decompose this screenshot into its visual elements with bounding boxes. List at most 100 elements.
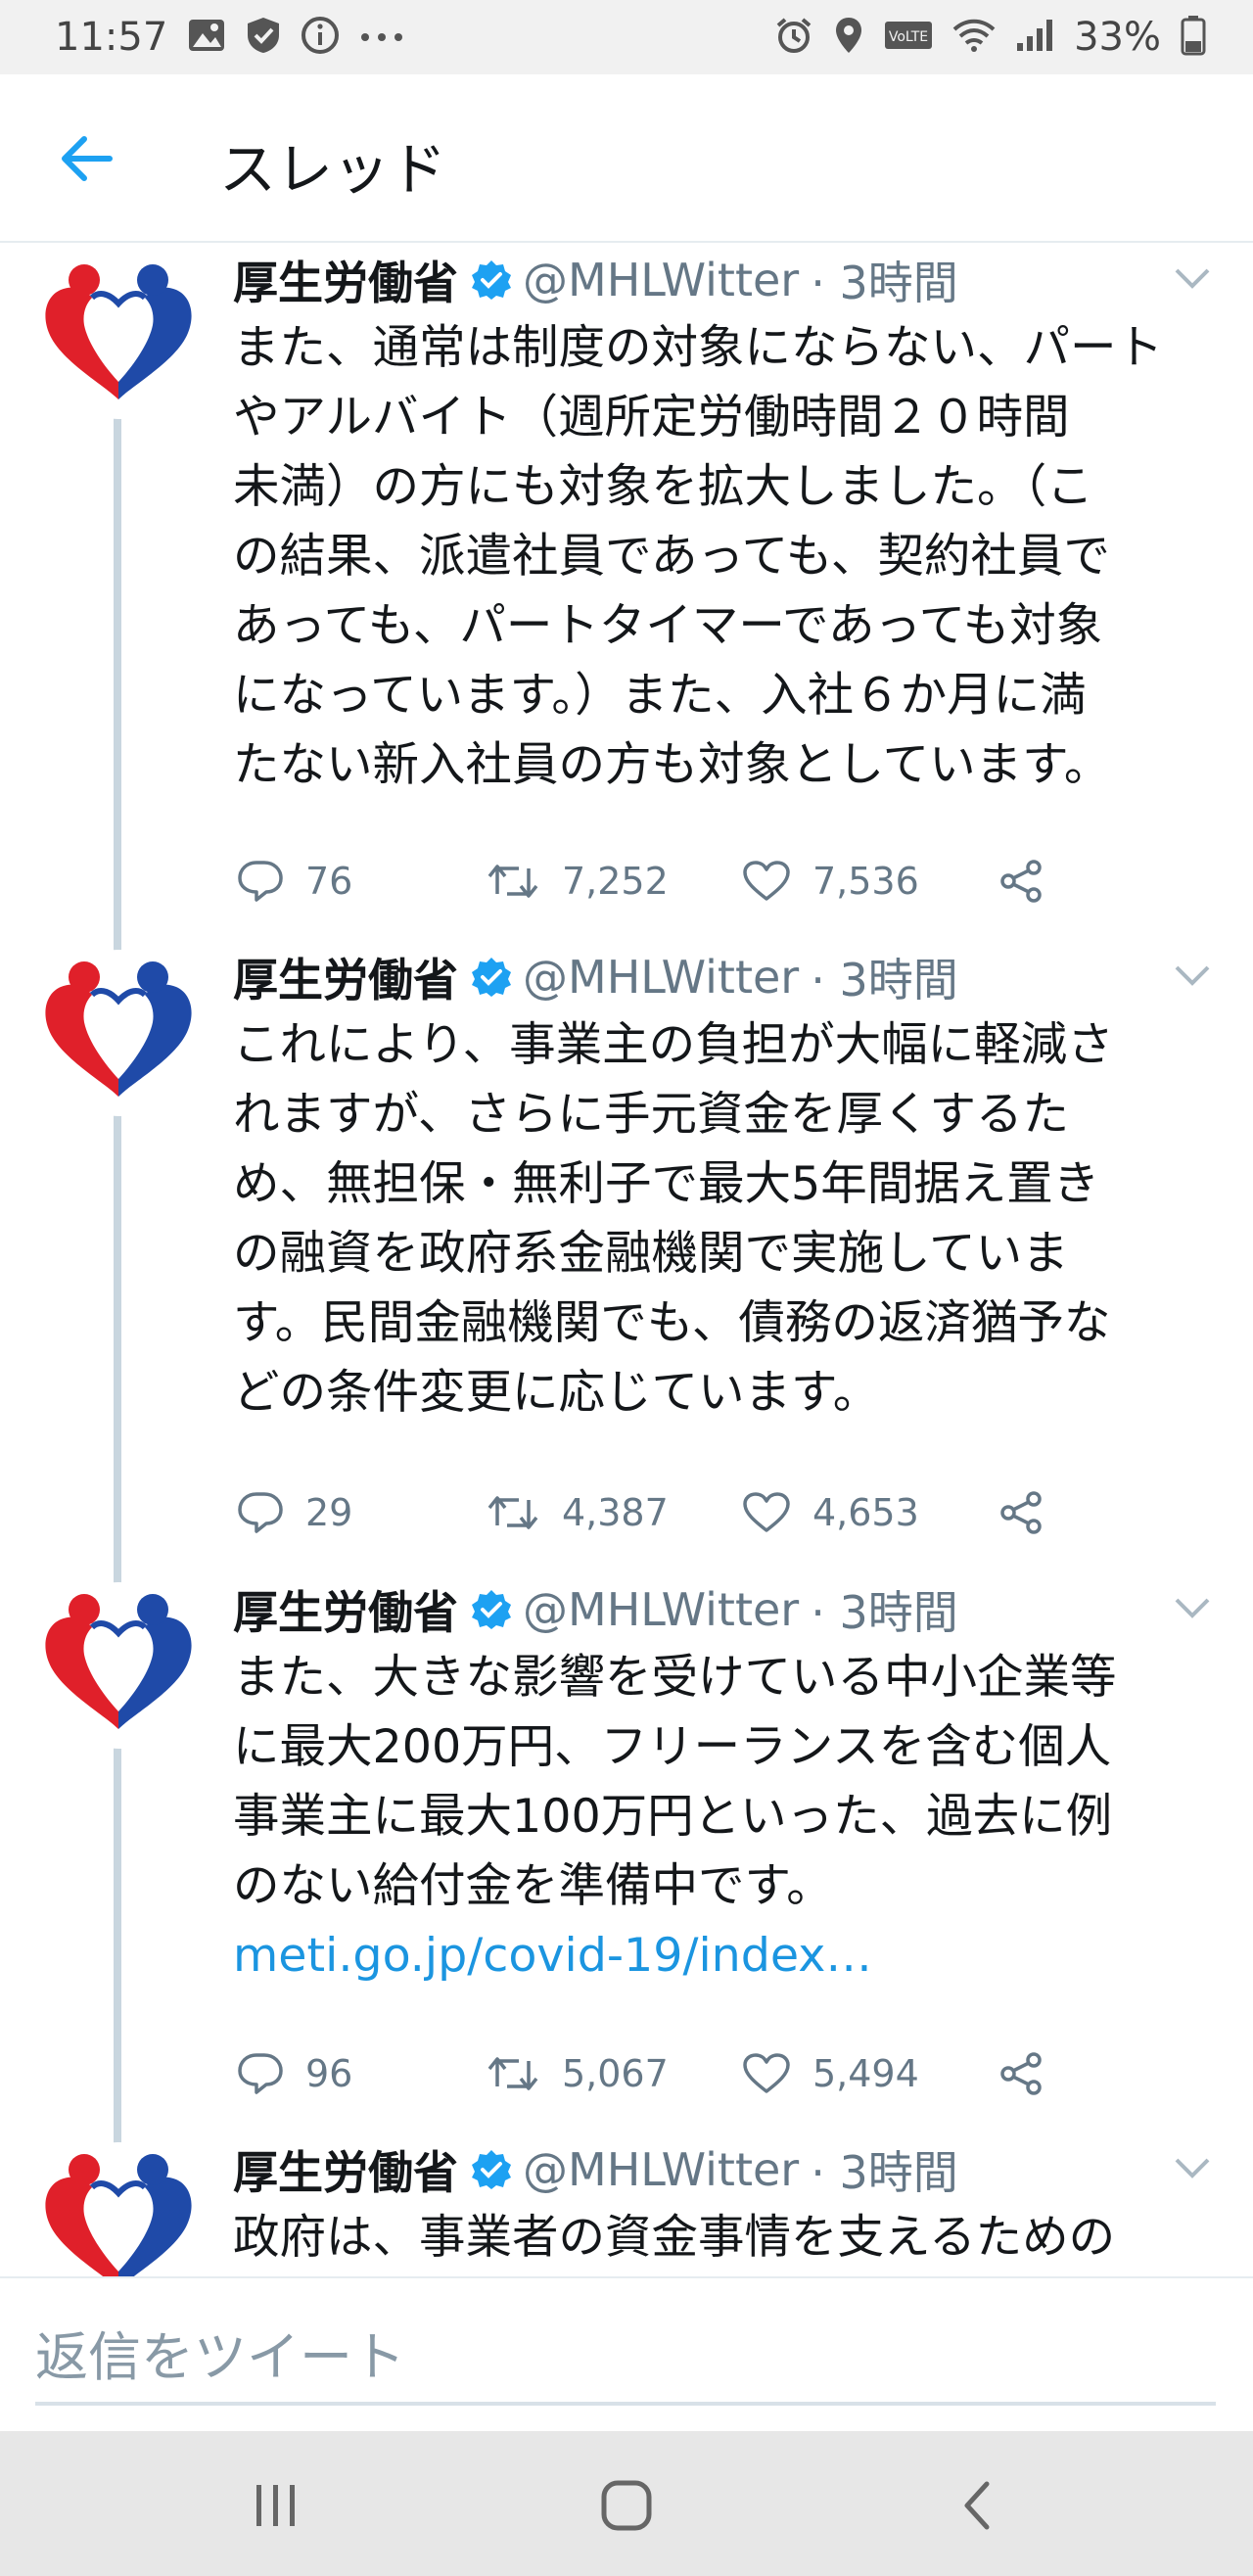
share-icon	[1000, 1491, 1042, 1534]
display-name[interactable]: 厚生労働省	[233, 248, 458, 312]
avatar[interactable]	[35, 2142, 202, 2276]
chevron-down-icon	[1175, 1598, 1210, 1618]
tweet-header: 厚生労働省 @MHLWitter · 3時間	[233, 942, 958, 1012]
signal-icon	[1015, 18, 1054, 57]
reply-count: 76	[305, 860, 353, 903]
share-button[interactable]	[997, 858, 1045, 905]
tweet-body: また、通常は制度の対象にならない、パート やアルバイト（週所定労働時間２０時間 …	[233, 321, 1163, 792]
alarm-icon	[774, 16, 813, 59]
retweet-count: 5,067	[562, 2052, 669, 2095]
status-time: 11:57	[55, 15, 168, 60]
like-count: 7,536	[812, 860, 919, 903]
reply-icon	[238, 1492, 283, 1533]
chevron-down-icon	[1175, 268, 1210, 289]
status-bar: 11:57 VoLTE 33%	[0, 0, 1253, 74]
verified-badge-icon	[470, 956, 513, 999]
share-button[interactable]	[997, 1489, 1045, 1536]
home-icon	[601, 2480, 652, 2531]
tweet-link[interactable]: meti.go.jp/covid-19/index…	[233, 1929, 872, 1983]
info-icon	[301, 16, 340, 59]
display-name[interactable]: 厚生労働省	[233, 2137, 458, 2202]
share-button[interactable]	[997, 2050, 1045, 2097]
page-title: スレッド	[219, 136, 447, 203]
verified-badge-icon	[470, 1588, 513, 1631]
back-nav-button[interactable]	[938, 2466, 1016, 2545]
tweet[interactable]: 厚生労働省 @MHLWitter · 3時間 これにより、事業主の負担が大幅に軽…	[0, 942, 1253, 1573]
like-count: 4,653	[812, 1491, 919, 1534]
location-icon	[833, 16, 864, 59]
handle: @MHLWitter	[523, 951, 800, 1004]
retweet-button[interactable]: 4,387	[486, 1491, 669, 1534]
back-button[interactable]	[57, 129, 116, 188]
shield-check-icon	[246, 16, 281, 59]
tweet-menu-button[interactable]	[1173, 1596, 1212, 1623]
back-icon	[964, 2481, 990, 2530]
share-icon	[1000, 2052, 1042, 2095]
image-icon	[187, 18, 226, 57]
wifi-icon	[952, 18, 996, 57]
volte-label: VoLTE	[889, 29, 928, 45]
retweet-icon	[487, 1496, 538, 1529]
battery-icon	[1181, 15, 1206, 60]
like-button[interactable]: 7,536	[742, 860, 919, 903]
retweet-button[interactable]: 5,067	[486, 2052, 669, 2095]
share-icon	[1000, 860, 1042, 903]
tweet-body: また、大きな影響を受けている中小企業等 に最大200万円、フリーランスを含む個人…	[233, 1651, 1117, 1913]
avatar[interactable]	[35, 950, 202, 1116]
avatar[interactable]	[35, 1582, 202, 1749]
verified-badge-icon	[470, 258, 513, 302]
tweet-header: 厚生労働省 @MHLWitter · 3時間	[233, 1574, 958, 1645]
reply-input[interactable]: 返信をツイート	[35, 2302, 1216, 2406]
retweet-icon	[487, 2057, 538, 2090]
chevron-down-icon	[1175, 965, 1210, 986]
status-bar-left: 11:57	[55, 15, 404, 60]
timestamp: · 3時間	[811, 1586, 958, 1639]
tweet-menu-button[interactable]	[1173, 963, 1212, 991]
heart-icon	[743, 2053, 790, 2093]
recent-apps-icon	[256, 2485, 295, 2526]
tweet-header: 厚生労働省 @MHLWitter · 3時間	[233, 2134, 958, 2205]
tweet[interactable]: 厚生労働省 @MHLWitter · 3時間 また、通常は制度の対象にならない、…	[0, 245, 1253, 940]
tweet-text: 政府は、事業者の資金事情を支えるための	[233, 2203, 1212, 2272]
recent-apps-button[interactable]	[237, 2466, 315, 2545]
verified-badge-icon	[470, 2148, 513, 2191]
tweet-menu-button[interactable]	[1173, 2156, 1212, 2183]
tweet-menu-button[interactable]	[1173, 266, 1212, 294]
arrow-left-icon	[62, 136, 113, 181]
timestamp: · 3時間	[811, 257, 958, 309]
handle: @MHLWitter	[523, 2143, 800, 2196]
reply-button[interactable]: 76	[237, 859, 352, 904]
like-count: 5,494	[812, 2052, 919, 2095]
heart-icon	[743, 861, 790, 901]
tweet-body: 政府は、事業者の資金事情を支えるための	[233, 2211, 1116, 2265]
tweet[interactable]: 厚生労働省 @MHLWitter · 3時間 また、大きな影響を受けている中小企…	[0, 1574, 1253, 2132]
reply-icon	[238, 2053, 283, 2094]
retweet-count: 7,252	[562, 860, 669, 903]
tweet-text: また、大きな影響を受けている中小企業等 に最大200万円、フリーランスを含む個人…	[233, 1643, 1212, 1991]
like-button[interactable]: 5,494	[742, 2052, 919, 2095]
more-icon	[359, 28, 404, 47]
reply-count: 29	[305, 1491, 353, 1534]
thread-list[interactable]: 厚生労働省 @MHLWitter · 3時間 また、通常は制度の対象にならない、…	[0, 245, 1253, 2276]
system-nav-bar	[0, 2431, 1253, 2576]
handle: @MHLWitter	[523, 1583, 800, 1636]
timestamp: · 3時間	[811, 2146, 958, 2199]
reply-button[interactable]: 96	[237, 2051, 352, 2096]
like-button[interactable]: 4,653	[742, 1491, 919, 1534]
display-name[interactable]: 厚生労働省	[233, 1577, 458, 1642]
reply-button[interactable]: 29	[237, 1490, 352, 1535]
retweet-count: 4,387	[562, 1491, 669, 1534]
battery-percent: 33%	[1074, 15, 1161, 60]
timestamp: · 3時間	[811, 954, 958, 1007]
handle: @MHLWitter	[523, 254, 800, 306]
avatar[interactable]	[35, 253, 202, 419]
tweet-header: 厚生労働省 @MHLWitter · 3時間	[233, 245, 958, 315]
retweet-button[interactable]: 7,252	[486, 860, 669, 903]
reply-bar: 返信をツイート	[0, 2276, 1253, 2431]
display-name[interactable]: 厚生労働省	[233, 945, 458, 1009]
volte-icon: VoLTE	[884, 21, 933, 54]
tweet[interactable]: 厚生労働省 @MHLWitter · 3時間 政府は、事業者の資金事情を支えるた…	[0, 2134, 1253, 2276]
reply-icon	[238, 861, 283, 902]
reply-count: 96	[305, 2052, 353, 2095]
home-button[interactable]	[587, 2466, 666, 2545]
